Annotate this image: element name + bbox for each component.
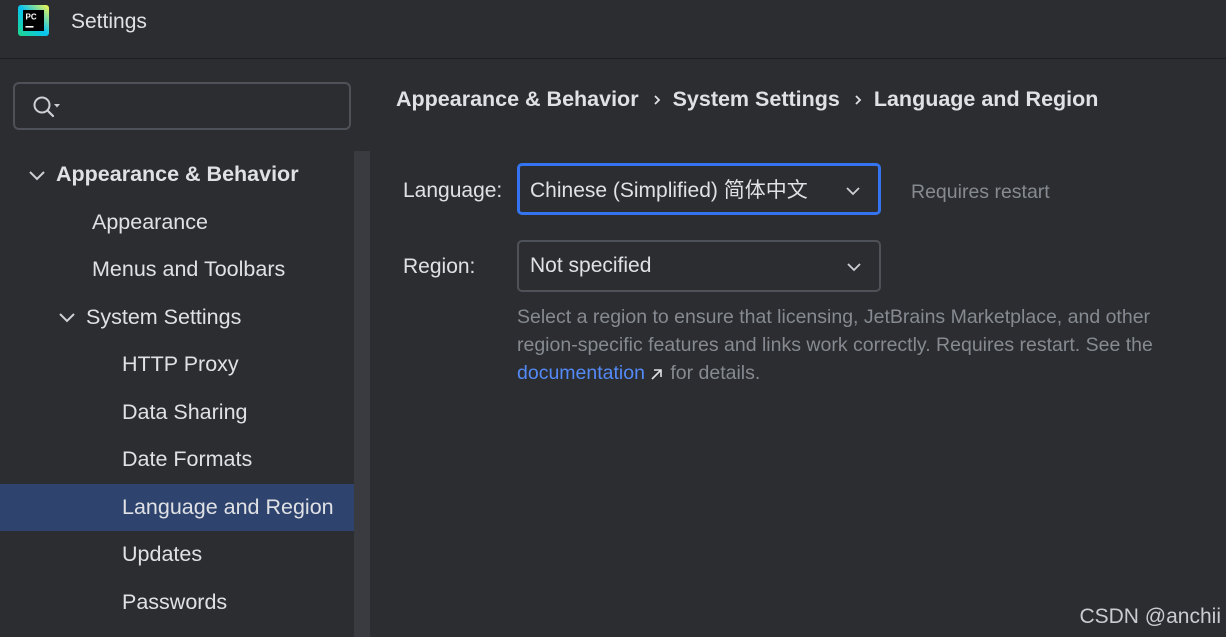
tree-item-label: HTTP Proxy [122,352,239,377]
region-dropdown[interactable]: Not specified [517,240,881,292]
tree-item-label: Language and Region [122,494,334,519]
documentation-link[interactable]: documentation [517,362,645,384]
chevron-down-icon [846,187,860,196]
region-label: Region: [403,255,476,278]
region-value: Not specified [530,254,652,277]
breadcrumb-item[interactable]: Appearance & Behavior [396,87,639,112]
settings-sidebar: Appearance & Behavior Appearance Menus a… [0,59,492,637]
language-value: Chinese (Simplified) 简体中文 [530,179,808,202]
tree-item-updates[interactable]: Updates [0,531,354,579]
chevron-right-icon [855,94,862,105]
external-link-icon[interactable] [649,366,665,382]
search-box[interactable] [13,82,351,130]
chevron-right-icon [653,94,660,105]
tree-item-http-proxy[interactable]: HTTP Proxy [0,341,354,389]
tree-item-label: Appearance & Behavior [56,162,299,187]
tree-item-appearance-behavior[interactable]: Appearance & Behavior [0,151,354,199]
svg-text:PC: PC [26,13,37,22]
tree-item-label: System Settings [86,304,242,329]
chevron-down-icon[interactable] [26,164,48,186]
breadcrumb-item[interactable]: System Settings [673,87,840,112]
tree-item-label: Menus and Toolbars [92,257,286,282]
chevron-down-icon [847,263,861,272]
tree-item-label: Updates [122,542,203,567]
sidebar-scrollbar[interactable] [354,151,370,637]
breadcrumb-item: Language and Region [873,87,1099,111]
region-description-suffix: for details. [664,362,761,384]
tree-item-data-sharing[interactable]: Data Sharing [0,389,354,437]
watermark: CSDN @anchii [1079,605,1221,628]
tree-item-appearance[interactable]: Appearance [0,199,354,247]
tree-item-date-formats[interactable]: Date Formats [0,436,354,484]
requires-restart-note: Requires restart [911,181,1050,203]
search-input[interactable] [71,92,345,122]
tree-item-label: Date Formats [122,447,253,472]
language-label: Language: [403,179,503,202]
settings-tree: Appearance & Behavior Appearance Menus a… [0,151,492,627]
title-bar: PC Settings [0,0,1226,59]
region-description-text: Select a region to ensure that licensing… [517,306,1153,356]
tree-item-menus-toolbars[interactable]: Menus and Toolbars [0,246,354,294]
tree-item-label: Data Sharing [122,399,248,424]
search-icon [33,96,60,118]
tree-item-label: Passwords [122,589,228,614]
tree-item-system-settings[interactable]: System Settings [0,294,354,342]
window-title: Settings [71,10,147,33]
region-description: Select a region to ensure that licensing… [517,303,1167,387]
tree-item-label: Appearance [92,209,208,234]
language-dropdown[interactable]: Chinese (Simplified) 简体中文 [517,163,881,215]
breadcrumb: Appearance & Behavior System Settings La… [396,87,1098,112]
settings-content: Appearance & Behavior System Settings La… [370,59,1226,637]
pycharm-logo-icon: PC [18,5,49,36]
tree-item-passwords[interactable]: Passwords [0,579,354,627]
chevron-down-icon[interactable] [56,306,78,328]
